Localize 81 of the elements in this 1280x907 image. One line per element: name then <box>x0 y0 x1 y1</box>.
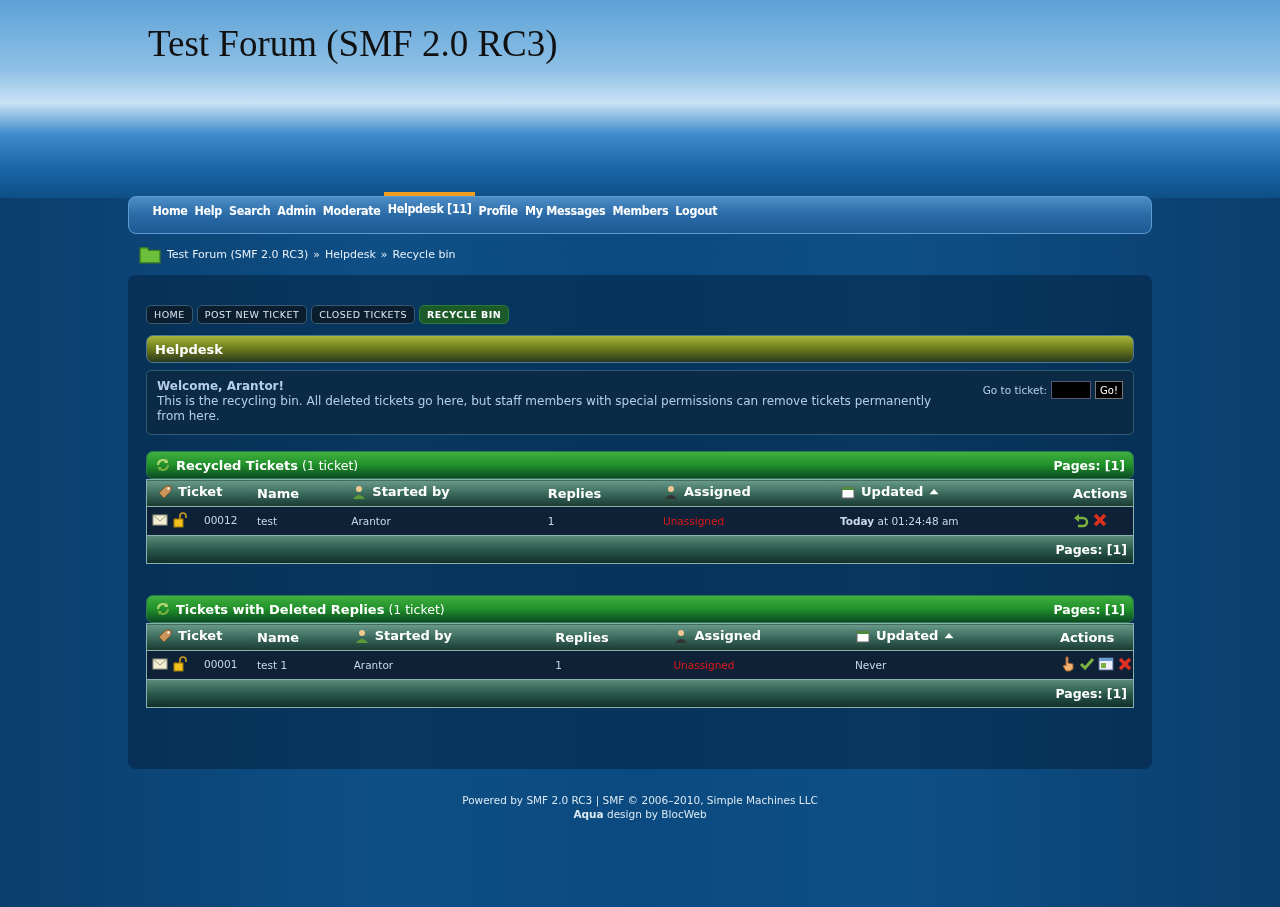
tab[interactable]: CLOSED TICKETS <box>311 305 415 324</box>
column-header[interactable]: Assigned <box>653 479 831 507</box>
menu-item[interactable]: Profile <box>475 196 522 234</box>
person-icon <box>353 627 370 644</box>
ticket-link[interactable]: test <box>257 515 278 527</box>
check-mark-icon[interactable] <box>1079 656 1095 672</box>
table-cell: Today at 01:24:48 am <box>840 515 959 527</box>
menu-item[interactable]: Members <box>608 196 672 234</box>
table-cell: Unassigned <box>673 659 735 671</box>
column-header[interactable]: Assigned <box>663 623 845 651</box>
menu-item[interactable]: Moderate <box>319 196 385 234</box>
breadcrumb-link[interactable]: Helpdesk <box>324 247 376 261</box>
section-title: Helpdesk <box>155 341 223 357</box>
folder-icon <box>138 244 162 264</box>
footer-credit: Aqua design by BlocWeb <box>572 807 708 821</box>
column-header[interactable]: Started by <box>343 623 546 651</box>
refresh-arrows-icon <box>155 601 171 617</box>
table-cell: Never <box>855 659 887 671</box>
table-cell: 1 <box>547 515 555 527</box>
calendar-icon <box>855 627 871 644</box>
person-icon <box>663 483 679 500</box>
forum-title: Test Forum (SMF 2.0 RC3) <box>148 23 558 64</box>
breadcrumb-link[interactable]: Recycle bin <box>392 247 456 261</box>
tag-icon <box>157 483 173 500</box>
footer-copyright: Powered by SMF 2.0 RC3 | SMF © 2006–2010, Simple Machines LLC <box>461 793 819 807</box>
window-icon[interactable] <box>1098 656 1114 672</box>
user-link[interactable]: Arantor <box>353 659 394 671</box>
table-cell: Unassigned <box>663 515 725 527</box>
tab[interactable]: HOME <box>146 305 193 324</box>
cross-icon[interactable] <box>1092 512 1108 528</box>
ticket-number-field[interactable] <box>1051 381 1092 399</box>
pagination[interactable]: Pages: [1] <box>1053 601 1125 617</box>
undo-arrow-icon[interactable] <box>1073 512 1089 528</box>
column-header[interactable]: Started by <box>341 479 538 507</box>
column-header[interactable]: Actions <box>1050 623 1134 651</box>
calendar-icon <box>840 483 857 500</box>
welcome-heading: Welcome, Arantor! <box>157 379 285 394</box>
go-button[interactable]: Go! <box>1095 381 1123 399</box>
tab[interactable]: POST NEW TICKET <box>196 305 308 324</box>
cross-icon[interactable] <box>1117 656 1133 672</box>
column-header[interactable]: Replies <box>537 479 653 507</box>
column-header[interactable]: Name <box>247 479 342 507</box>
pagination[interactable]: Pages: [1] <box>1055 542 1127 557</box>
menu-item[interactable]: Help <box>190 196 226 234</box>
open-padlock-icon <box>173 656 189 672</box>
pagination[interactable]: Pages: [1] <box>1053 457 1125 473</box>
breadcrumb-link[interactable]: Test Forum (SMF 2.0 RC3) <box>167 247 309 261</box>
table-title: Recycled Tickets (1 ticket) <box>176 457 359 473</box>
pointing-hand-icon[interactable] <box>1060 656 1076 672</box>
intro-text: This is the recycling bin. All deleted tickets go here, but staff members with special permissions can remove tickets permanently from here. <box>157 394 933 424</box>
menu-item[interactable]: Home <box>149 196 191 234</box>
person-icon <box>351 483 368 500</box>
ticket-id: 00001 <box>204 658 238 670</box>
breadcrumb-separator: » <box>313 247 320 261</box>
tag-icon <box>157 627 173 644</box>
column-header[interactable]: Updated <box>830 479 1063 507</box>
column-header[interactable]: Name <box>247 623 344 651</box>
menu-item[interactable]: Search <box>225 196 274 234</box>
column-header[interactable]: Actions <box>1063 479 1134 507</box>
column-header[interactable]: Ticket <box>146 479 247 507</box>
pagination[interactable]: Pages: [1] <box>1055 686 1127 701</box>
table-cell: 1 <box>555 659 562 671</box>
menu-item[interactable]: Helpdesk [11] <box>384 192 476 234</box>
open-padlock-icon <box>173 512 189 528</box>
ticket-link[interactable]: test 1 <box>257 659 288 671</box>
tab[interactable]: RECYCLE BIN <box>418 305 510 324</box>
menu-item[interactable]: My Messages <box>521 196 609 234</box>
column-header[interactable]: Updated <box>845 623 1050 651</box>
ticket-id: 00012 <box>204 514 238 526</box>
envelope-icon <box>152 512 168 528</box>
column-header[interactable]: Replies <box>545 623 664 651</box>
envelope-icon <box>152 656 168 672</box>
refresh-arrows-icon <box>155 457 171 473</box>
goto-label: Go to ticket: <box>982 384 1048 396</box>
column-header[interactable]: Ticket <box>146 623 247 651</box>
menu-item[interactable]: Admin <box>273 196 320 234</box>
table-title: Tickets with Deleted Replies (1 ticket) <box>176 601 445 617</box>
menu-item[interactable]: Logout <box>671 196 721 234</box>
user-link[interactable]: Arantor <box>351 515 391 527</box>
breadcrumb-separator: » <box>380 247 388 261</box>
person-icon <box>673 627 690 644</box>
